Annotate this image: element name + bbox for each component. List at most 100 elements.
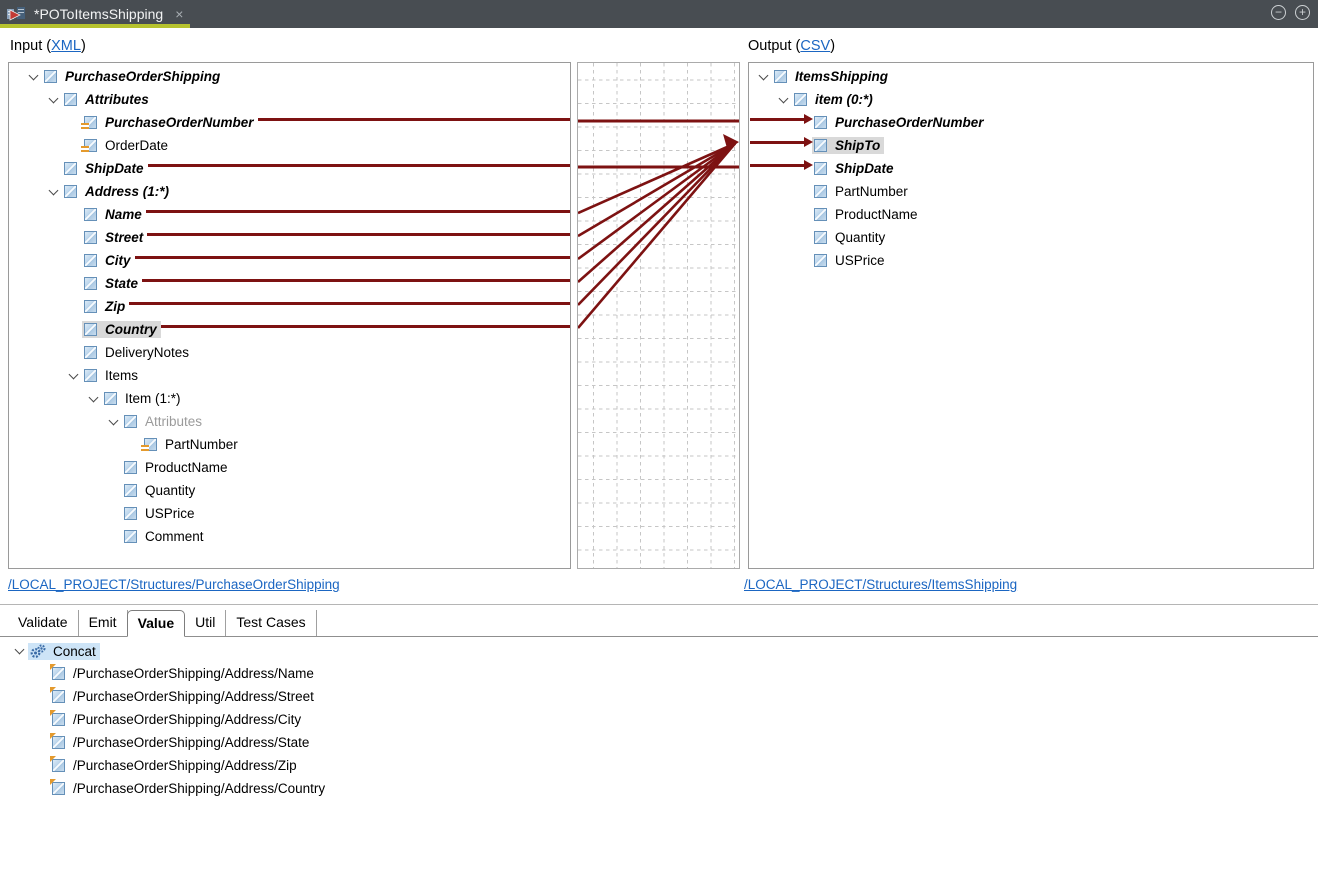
- node-content[interactable]: DeliveryNotes: [82, 344, 193, 361]
- chevron-down-icon[interactable]: [10, 649, 28, 653]
- tree-node-purchaseordernumber[interactable]: PurchaseOrderNumber: [9, 111, 570, 134]
- converge-mapping-line-country[interactable]: [578, 144, 735, 329]
- node-content[interactable]: item (0:*): [792, 91, 877, 108]
- tree-node-item-0[interactable]: item (0:*): [749, 88, 1313, 111]
- tree-node-address-1[interactable]: Address (1:*): [9, 180, 570, 203]
- chevron-down-icon[interactable]: [44, 98, 62, 102]
- node-content[interactable]: Street: [82, 229, 147, 246]
- node-content[interactable]: PartNumber: [142, 436, 242, 453]
- close-icon[interactable]: ×: [175, 6, 183, 22]
- mapping-arrow[interactable]: [750, 141, 805, 144]
- node-content[interactable]: PurchaseOrderNumber: [812, 114, 988, 131]
- node-content[interactable]: Attributes: [62, 91, 153, 108]
- tree-node-shipto[interactable]: ShipTo: [749, 134, 1313, 157]
- node-content[interactable]: PurchaseOrderNumber: [82, 114, 258, 131]
- chevron-down-icon[interactable]: [104, 420, 122, 424]
- tree-node-attributes[interactable]: Attributes: [9, 410, 570, 433]
- mapping-line[interactable]: [146, 210, 570, 213]
- node-content[interactable]: ShipDate: [812, 160, 898, 177]
- tree-node-name[interactable]: Name: [9, 203, 570, 226]
- chevron-down-icon[interactable]: [24, 75, 42, 79]
- node-content[interactable]: Address (1:*): [62, 183, 173, 200]
- node-content[interactable]: ShipDate: [62, 160, 148, 177]
- mapping-arrow[interactable]: [750, 118, 805, 121]
- tree-node-item-1[interactable]: Item (1:*): [9, 387, 570, 410]
- node-content[interactable]: PurchaseOrderShipping: [42, 68, 224, 85]
- tab-validate[interactable]: Validate: [8, 610, 79, 636]
- node-content[interactable]: ProductName: [812, 206, 922, 223]
- output-structure-link[interactable]: /LOCAL_PROJECT/Structures/ItemsShipping: [744, 577, 1017, 592]
- mapping-canvas[interactable]: [577, 62, 740, 569]
- tree-node-usprice[interactable]: USPrice: [9, 502, 570, 525]
- chevron-down-icon[interactable]: [64, 374, 82, 378]
- node-content[interactable]: Quantity: [122, 482, 199, 499]
- tree-node-zip[interactable]: Zip: [9, 295, 570, 318]
- argument-row-country[interactable]: /PurchaseOrderShipping/Address/Country: [0, 777, 327, 800]
- argument-row-city[interactable]: /PurchaseOrderShipping/Address/City: [0, 708, 303, 731]
- node-content[interactable]: Attributes: [122, 413, 206, 430]
- maximize-icon[interactable]: +: [1295, 5, 1310, 20]
- argument-row-zip[interactable]: /PurchaseOrderShipping/Address/Zip: [0, 754, 299, 777]
- minimize-icon[interactable]: −: [1271, 5, 1286, 20]
- chevron-down-icon[interactable]: [44, 190, 62, 194]
- tree-node-quantity[interactable]: Quantity: [749, 226, 1313, 249]
- node-content[interactable]: ProductName: [122, 459, 232, 476]
- argument-row-state[interactable]: /PurchaseOrderShipping/Address/State: [0, 731, 311, 754]
- tree-node-attributes[interactable]: Attributes: [9, 88, 570, 111]
- node-content[interactable]: ItemsShipping: [772, 68, 892, 85]
- chevron-down-icon[interactable]: [774, 98, 792, 102]
- node-content[interactable]: Quantity: [812, 229, 889, 246]
- tree-node-country[interactable]: Country: [9, 318, 570, 341]
- tree-node-purchaseordershipping[interactable]: PurchaseOrderShipping: [9, 65, 570, 88]
- node-content[interactable]: PartNumber: [812, 183, 912, 200]
- tree-node-city[interactable]: City: [9, 249, 570, 272]
- selected-node[interactable]: ShipTo: [812, 137, 884, 154]
- tree-node-shipdate[interactable]: ShipDate: [749, 157, 1313, 180]
- mapping-line[interactable]: [258, 118, 570, 121]
- mapping-line[interactable]: [135, 256, 570, 259]
- input-format-link[interactable]: XML: [51, 38, 81, 54]
- chevron-down-icon[interactable]: [754, 75, 772, 79]
- tree-node-shipdate[interactable]: ShipDate: [9, 157, 570, 180]
- argument-row-name[interactable]: /PurchaseOrderShipping/Address/Name: [0, 662, 316, 685]
- tree-node-street[interactable]: Street: [9, 226, 570, 249]
- node-content[interactable]: Name: [82, 206, 146, 223]
- node-content[interactable]: Items: [82, 367, 142, 384]
- tree-node-partnumber[interactable]: PartNumber: [9, 433, 570, 456]
- tree-node-comment[interactable]: Comment: [9, 525, 570, 548]
- mapping-line[interactable]: [129, 302, 570, 305]
- mapping-line[interactable]: [161, 325, 570, 328]
- chevron-down-icon[interactable]: [84, 397, 102, 401]
- tree-node-itemsshipping[interactable]: ItemsShipping: [749, 65, 1313, 88]
- node-content[interactable]: OrderDate: [82, 137, 172, 154]
- node-content[interactable]: Zip: [82, 298, 129, 315]
- input-structure-link[interactable]: /LOCAL_PROJECT/Structures/PurchaseOrderS…: [8, 577, 340, 592]
- tab-test-cases[interactable]: Test Cases: [226, 610, 316, 636]
- tree-node-purchaseordernumber[interactable]: PurchaseOrderNumber: [749, 111, 1313, 134]
- node-content[interactable]: USPrice: [812, 252, 889, 269]
- tree-node-quantity[interactable]: Quantity: [9, 479, 570, 502]
- tree-node-productname[interactable]: ProductName: [9, 456, 570, 479]
- tab-value[interactable]: Value: [127, 610, 186, 637]
- mapping-line[interactable]: [147, 233, 570, 236]
- mapping-line[interactable]: [148, 164, 570, 167]
- tree-node-deliverynotes[interactable]: DeliveryNotes: [9, 341, 570, 364]
- tree-node-partnumber[interactable]: PartNumber: [749, 180, 1313, 203]
- output-format-link[interactable]: CSV: [800, 38, 830, 54]
- node-content[interactable]: USPrice: [122, 505, 199, 522]
- tree-node-orderdate[interactable]: OrderDate: [9, 134, 570, 157]
- node-content[interactable]: State: [82, 275, 142, 292]
- function-node-concat[interactable]: Concat: [0, 640, 1318, 662]
- tree-node-items[interactable]: Items: [9, 364, 570, 387]
- node-content[interactable]: Comment: [122, 528, 208, 545]
- mapping-line[interactable]: [142, 279, 570, 282]
- argument-row-street[interactable]: /PurchaseOrderShipping/Address/Street: [0, 685, 316, 708]
- node-content[interactable]: City: [82, 252, 135, 269]
- node-content[interactable]: Item (1:*): [102, 390, 185, 407]
- selected-node[interactable]: Country: [82, 321, 161, 338]
- tab-emit[interactable]: Emit: [79, 610, 128, 636]
- tab-util[interactable]: Util: [185, 610, 226, 636]
- tree-node-state[interactable]: State: [9, 272, 570, 295]
- function-selection[interactable]: Concat: [28, 643, 100, 660]
- tree-node-usprice[interactable]: USPrice: [749, 249, 1313, 272]
